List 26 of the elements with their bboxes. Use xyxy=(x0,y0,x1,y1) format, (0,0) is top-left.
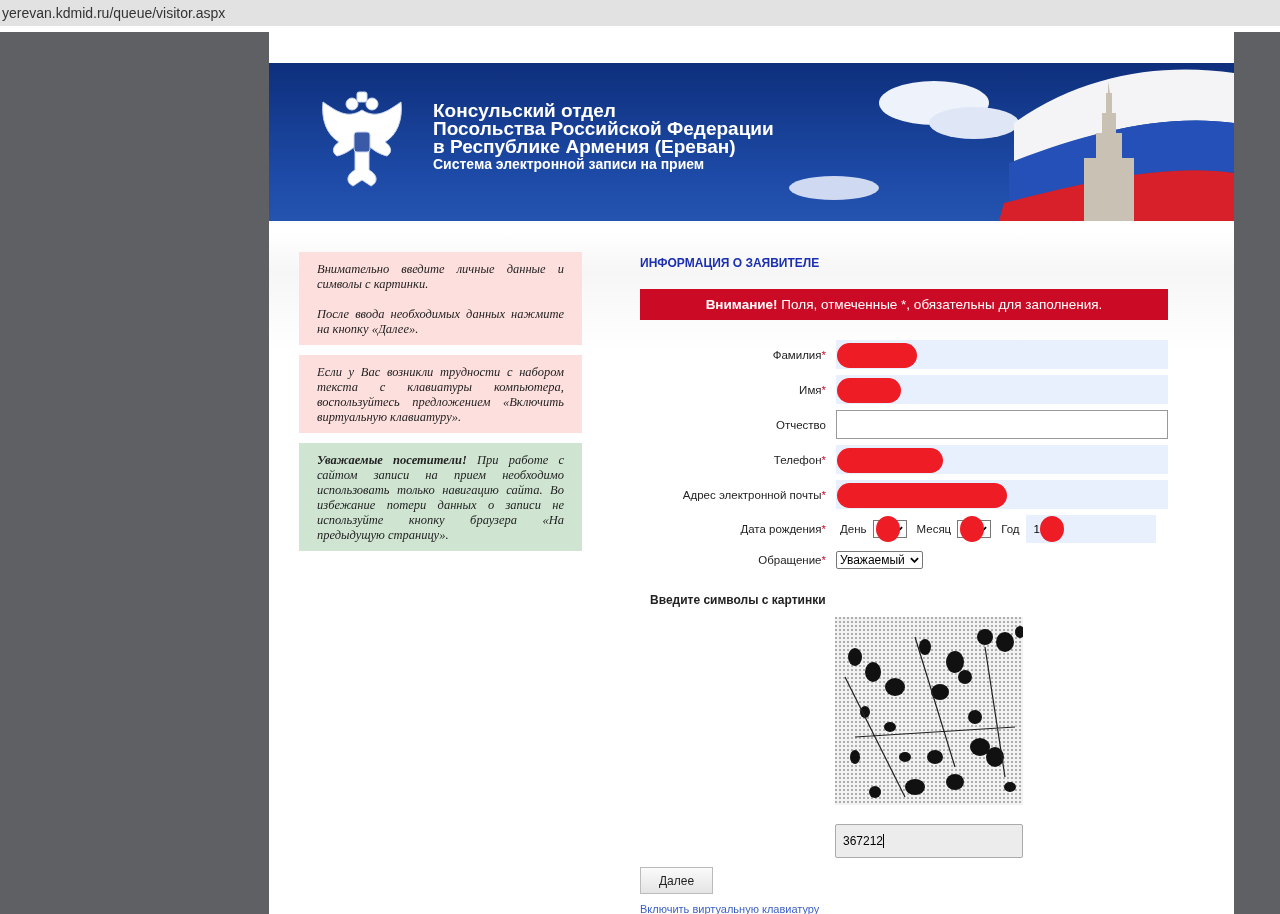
salutation-select[interactable]: Уважаемый xyxy=(836,551,923,569)
captcha-input-field[interactable]: 367212 xyxy=(835,824,1023,858)
field-label: Имя* xyxy=(798,383,826,396)
section-heading: ИНФОРМАЦИЯ О ЗАЯВИТЕЛЕ xyxy=(640,256,821,270)
next-button[interactable]: Далее xyxy=(640,867,713,894)
field-label: Фамилия* xyxy=(771,348,826,361)
field-label: Телефон* xyxy=(772,453,826,466)
date-part-label: День xyxy=(840,523,867,535)
consulate-title: Посольства Российской Федерации xyxy=(433,120,774,138)
note-text: После ввода необходимых данных нажмите на кнопку «Далее». xyxy=(317,307,564,337)
note-text: Если у Вас возникли трудности с набором текста с клавиатуры компьютера, воспользуйтесь предложением «Включить виртуальную клавиатуру». xyxy=(317,365,564,425)
date-part-label: Год xyxy=(1001,523,1020,535)
note-text: Уважаемые посетители! При работе с сайтом записи на прием необходимо использовать только навигацию сайта. Во избежание потери данных о записи не используйте кнопку браузера «На предыдущую страницу». xyxy=(317,453,564,543)
field-label: Отчество xyxy=(775,418,826,431)
field-label: Дата рождения* xyxy=(739,523,826,535)
required-fields-alert: Внимание! Поля, отмеченные *, обязательны для заполнения. xyxy=(640,289,1168,320)
year-input-field[interactable]: 1 xyxy=(1025,515,1156,543)
note-text: Внимательно введите личные данные и символы с картинки. xyxy=(317,262,564,292)
text-input-field[interactable] xyxy=(836,410,1168,439)
system-subtitle: Система электронной записи на прием xyxy=(433,156,705,172)
captcha-label: Введите символы с картинки xyxy=(650,593,827,607)
field-label: Адрес электронной почты* xyxy=(681,488,826,501)
date-part-label: Месяц xyxy=(916,523,952,535)
consulate-title: Консульский отдел xyxy=(433,102,617,120)
address-bar[interactable]: yerevan.kdmid.ru/queue/visitor.aspx xyxy=(0,0,1280,32)
field-label: Обращение* xyxy=(757,554,826,566)
